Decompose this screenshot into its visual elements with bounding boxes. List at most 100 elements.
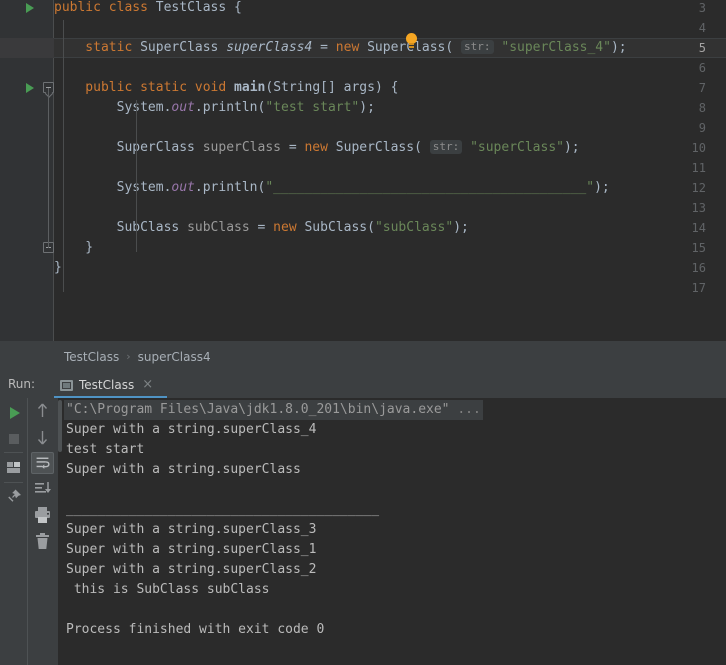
code-token: ( <box>414 140 422 155</box>
breadcrumb: TestClass › superClass4 <box>0 341 726 372</box>
code-token: superClass4 <box>226 40 313 55</box>
toolbar-divider-2 <box>4 482 23 483</box>
code-token: [] args) { <box>320 80 399 95</box>
pin-icon <box>8 489 21 502</box>
console-output-line: Process finished with exit code 0 <box>66 622 325 637</box>
code-token: subClass <box>187 220 250 235</box>
toolbar-divider-1 <box>4 452 23 453</box>
scroll-to-end-button[interactable] <box>31 478 54 500</box>
code-line[interactable]: static SuperClass superClass4 = new Supe… <box>54 38 627 58</box>
print-button[interactable] <box>31 504 54 526</box>
run-configuration-icon <box>60 379 73 391</box>
code-line[interactable]: SuperClass superClass = new SuperClass( … <box>54 138 580 158</box>
code-token: String <box>273 80 321 95</box>
code-editor[interactable]: 23public class TestClass {45 static Supe… <box>0 0 726 341</box>
console-output[interactable]: "C:\Program Files\Java\jdk1.8.0_201\bin\… <box>58 398 726 665</box>
line-number: 10 <box>691 141 706 155</box>
code-token: "superClass" <box>470 140 564 155</box>
line-number: 6 <box>698 61 706 75</box>
code-token: System <box>54 180 164 195</box>
breadcrumb-item-field[interactable]: superClass4 <box>138 350 211 364</box>
arrow-up-icon <box>37 403 48 417</box>
soft-wrap-button[interactable] <box>31 452 54 474</box>
indent-guide <box>136 100 138 252</box>
console-command-line: "C:\Program Files\Java\jdk1.8.0_201\bin\… <box>64 400 483 420</box>
code-token: new <box>335 40 360 55</box>
code-token: out <box>171 100 195 115</box>
up-the-stack-trace-button[interactable] <box>31 400 54 422</box>
line-number: 17 <box>691 281 706 295</box>
code-token: SubClass <box>304 220 368 235</box>
line-number: 9 <box>698 121 706 135</box>
console-output-line: Super with a string.superClass_2 <box>66 562 317 577</box>
trash-icon <box>36 533 49 549</box>
current-line-gutter-highlight <box>0 38 54 58</box>
code-line[interactable]: System.out.println("test start"); <box>54 98 375 118</box>
pin-tab-button[interactable] <box>2 486 25 508</box>
run-tab-bar: Run: TestClass × <box>0 372 726 398</box>
code-token: class <box>108 0 148 15</box>
run-gutter-icon[interactable] <box>26 83 34 93</box>
code-line[interactable]: public class TestClass { <box>54 0 242 18</box>
code-line[interactable]: SubClass subClass = new SubClass("subCla… <box>54 218 469 238</box>
breadcrumb-separator-icon: › <box>126 350 131 363</box>
stop-icon <box>9 434 19 444</box>
rerun-button[interactable] <box>2 402 25 424</box>
console-output-line: this is SubClass subClass <box>66 582 270 597</box>
truncated-indicator[interactable]: ... <box>450 402 481 417</box>
code-token: "subClass" <box>374 220 454 235</box>
parameter-hint: str: <box>429 140 463 154</box>
code-token: ); <box>359 100 375 115</box>
clear-all-button[interactable] <box>31 530 54 552</box>
scroll-to-end-icon <box>35 482 51 493</box>
run-gutter-icon[interactable] <box>26 3 34 13</box>
code-token: ( <box>265 80 274 95</box>
console-scrollbar[interactable] <box>58 400 62 452</box>
intention-bulb-icon[interactable] <box>405 33 418 49</box>
code-token: .println( <box>194 180 266 195</box>
code-token: .println( <box>194 100 266 115</box>
code-token: System <box>54 100 164 115</box>
console-output-line: Super with a string.superClass <box>66 462 301 477</box>
code-line[interactable]: System.out.println("____________________… <box>54 178 610 198</box>
indent-guide <box>63 20 64 292</box>
parameter-hint: str: <box>461 40 494 54</box>
console-output-line: Super with a string.superClass_1 <box>66 542 317 557</box>
close-icon[interactable]: × <box>142 378 153 391</box>
code-line[interactable]: } <box>54 238 93 258</box>
line-number: 16 <box>691 261 706 275</box>
code-token: SubClass <box>54 220 180 235</box>
code-token: void <box>194 80 227 95</box>
code-token: "test start" <box>265 100 360 115</box>
code-line[interactable]: public static void main(String[] args) { <box>54 78 398 98</box>
line-number: 8 <box>698 101 706 115</box>
line-number: 7 <box>698 81 706 95</box>
code-token: ); <box>563 140 580 155</box>
run-tab-testclass[interactable]: TestClass × <box>54 374 159 396</box>
code-token: SuperClass <box>140 40 219 55</box>
line-number: 11 <box>691 161 706 175</box>
stop-button[interactable] <box>2 428 25 450</box>
code-token: = <box>312 40 336 55</box>
code-line[interactable]: } <box>54 258 62 278</box>
breadcrumb-item-class[interactable]: TestClass <box>64 350 119 364</box>
code-token: static <box>54 40 133 55</box>
down-the-stack-trace-button[interactable] <box>31 426 54 448</box>
printer-icon <box>35 507 50 523</box>
code-token: TestClass <box>155 0 227 15</box>
layout-settings-button[interactable] <box>2 457 25 479</box>
code-token: SuperClass <box>54 140 195 155</box>
code-token: public <box>54 0 101 15</box>
code-token: = <box>281 140 305 155</box>
code-token: superClass <box>202 140 281 155</box>
run-tool-window: Run: TestClass × "C:\Program Files\Java\… <box>0 372 726 665</box>
